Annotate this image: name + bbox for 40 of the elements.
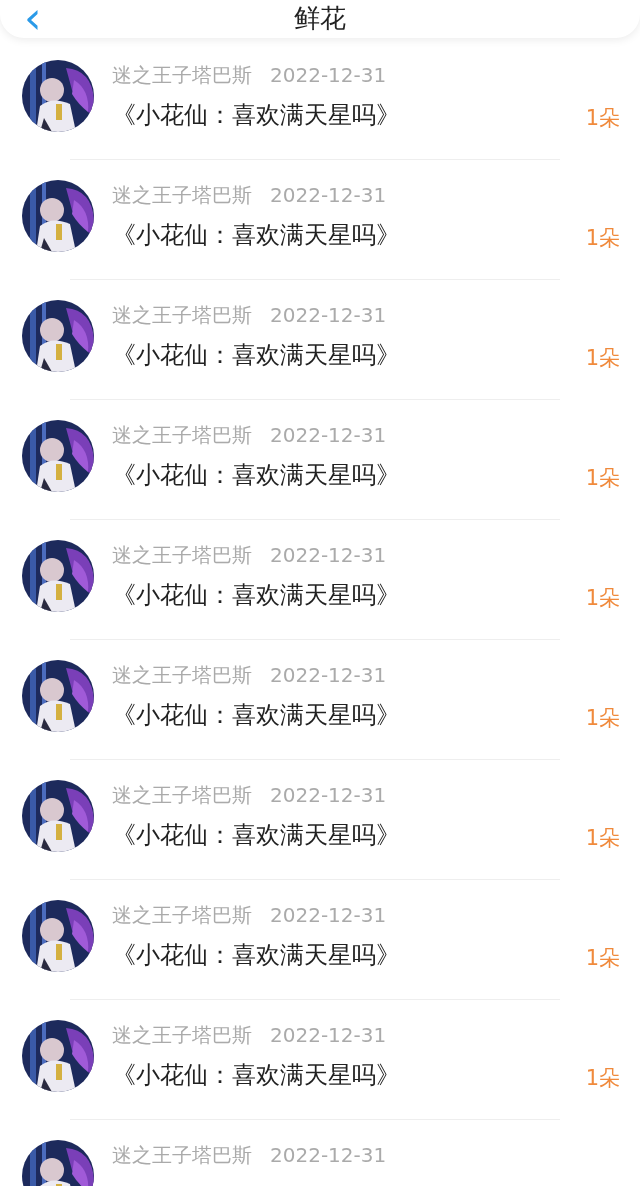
user-name: 迷之王子塔巴斯 [112, 661, 252, 689]
gift-title: 《小花仙：喜欢满天星吗》 [112, 700, 401, 731]
gift-title: 《小花仙：喜欢满天星吗》 [112, 340, 401, 371]
user-name: 迷之王子塔巴斯 [112, 541, 252, 569]
page-title: 鲜花 [294, 2, 346, 34]
user-name: 迷之王子塔巴斯 [112, 61, 252, 89]
gift-date: 2022-12-31 [270, 1143, 387, 1167]
flower-count: 1朵 [585, 945, 620, 972]
gift-date: 2022-12-31 [270, 63, 387, 87]
user-name: 迷之王子塔巴斯 [112, 1141, 252, 1169]
flower-count: 1朵 [585, 345, 620, 372]
gift-date: 2022-12-31 [270, 183, 387, 207]
gift-date: 2022-12-31 [270, 783, 387, 807]
gift-date: 2022-12-31 [270, 303, 387, 327]
back-button[interactable]: ‹ [18, 0, 48, 40]
gift-date: 2022-12-31 [270, 663, 387, 687]
flower-count: 1朵 [585, 705, 620, 732]
gift-title: 《小花仙：喜欢满天星吗》 [112, 580, 401, 611]
user-name: 迷之王子塔巴斯 [112, 781, 252, 809]
gift-title: 《小花仙：喜欢满天星吗》 [112, 100, 401, 131]
gift-title: 《小花仙：喜欢满天星吗》 [112, 460, 401, 491]
user-name: 迷之王子塔巴斯 [112, 421, 252, 449]
flower-count: 1朵 [585, 585, 620, 612]
flower-count: 1朵 [585, 225, 620, 252]
gift-title: 《小花仙：喜欢满天星吗》 [112, 820, 401, 851]
flower-count: 1朵 [585, 465, 620, 492]
gift-date: 2022-12-31 [270, 543, 387, 567]
gift-date: 2022-12-31 [270, 423, 387, 447]
gift-date: 2022-12-31 [270, 1023, 387, 1047]
gift-title: 《小花仙：喜欢满天星吗》 [112, 940, 401, 971]
flower-count: 1朵 [585, 825, 620, 852]
gift-title: 《小花仙：喜欢满天星吗》 [112, 220, 401, 251]
user-name: 迷之王子塔巴斯 [112, 1021, 252, 1049]
user-name: 迷之王子塔巴斯 [112, 181, 252, 209]
user-name: 迷之王子塔巴斯 [112, 901, 252, 929]
flower-count: 1朵 [585, 1065, 620, 1092]
user-name: 迷之王子塔巴斯 [112, 301, 252, 329]
gift-title: 《小花仙：喜欢满天星吗》 [112, 1060, 401, 1091]
flower-count: 1朵 [585, 105, 620, 132]
gift-date: 2022-12-31 [270, 903, 387, 927]
